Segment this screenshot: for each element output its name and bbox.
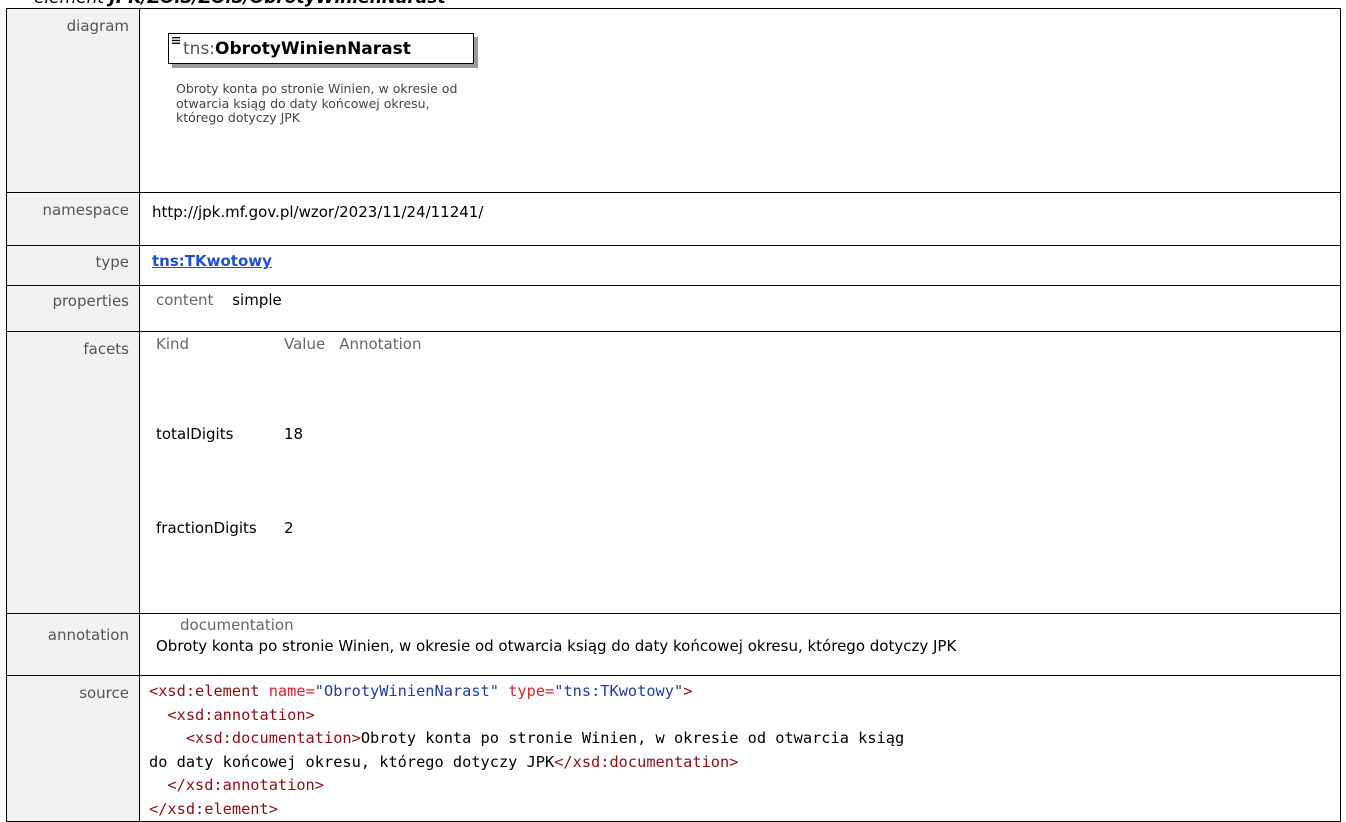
diagram-label: diagram <box>6 8 140 193</box>
facets-header-row: Kind Value Annotation <box>156 335 435 425</box>
diagram-cell: tns:ObrotyWinienNarast Obroty konta po s… <box>139 8 1341 193</box>
facets-header-kind: Kind <box>156 335 190 353</box>
facets-row: facets Kind Value Annotation totalDigits… <box>6 331 1341 614</box>
annotation-head: documentation <box>180 616 294 634</box>
element-heading: element JPK/ZOiS/ZOiS/ObrotyWinienNarast <box>34 0 446 8</box>
diagram-name: ObrotyWinienNarast <box>215 39 411 59</box>
annotation-label: annotation <box>6 613 140 676</box>
diagram-description: Obroty konta po stronie Winien, w okresi… <box>176 81 458 125</box>
facets-header-value: Value <box>284 335 326 353</box>
namespace-value: http://jpk.mf.gov.pl/wzor/2023/11/24/112… <box>139 192 1341 246</box>
source-row: source <xsd:element name="ObrotyWinienNa… <box>6 675 1341 822</box>
facet-value: 18 <box>284 425 304 443</box>
namespace-row: namespace http://jpk.mf.gov.pl/wzor/2023… <box>6 192 1341 246</box>
heading-prefix: element <box>34 0 110 8</box>
type-label: type <box>6 245 140 286</box>
facets-label: facets <box>6 331 140 614</box>
source-code: <xsd:element name="ObrotyWinienNarast" t… <box>149 682 905 818</box>
facet-row: fractionDigits 2 <box>156 519 435 613</box>
element-diagram-box[interactable]: tns:ObrotyWinienNarast <box>168 33 474 64</box>
annotation-text: Obroty konta po stronie Winien, w okresi… <box>156 637 957 655</box>
element-lines-icon <box>172 37 180 44</box>
facet-kind: totalDigits <box>156 425 234 443</box>
source-label: source <box>6 675 140 822</box>
facets-header-annotation: Annotation <box>339 335 422 353</box>
properties-value: simple <box>232 291 282 309</box>
diagram-element-name: tns:ObrotyWinienNarast <box>183 39 411 59</box>
diagram-prefix: tns: <box>183 39 216 59</box>
type-link[interactable]: tns:TKwotowy <box>152 252 272 270</box>
type-row: type tns:TKwotowy <box>6 245 1341 286</box>
properties-row: properties content simple <box>6 285 1341 332</box>
diagram-row: diagram tns:ObrotyWinienNarast Obroty ko… <box>6 8 1341 193</box>
facets-table: Kind Value Annotation totalDigits 18 fra… <box>156 335 435 613</box>
annotation-row: annotation documentation Obroty konta po… <box>6 613 1341 676</box>
properties-label: properties <box>6 285 140 332</box>
namespace-label: namespace <box>6 192 140 246</box>
facet-value: 2 <box>284 519 294 537</box>
facet-row: totalDigits 18 <box>156 425 435 519</box>
properties-key: content <box>156 291 214 309</box>
facet-kind: fractionDigits <box>156 519 257 537</box>
element-doc-table: diagram tns:ObrotyWinienNarast Obroty ko… <box>6 8 1341 822</box>
heading-path: JPK/ZOiS/ZOiS/ObrotyWinienNarast <box>110 0 446 8</box>
